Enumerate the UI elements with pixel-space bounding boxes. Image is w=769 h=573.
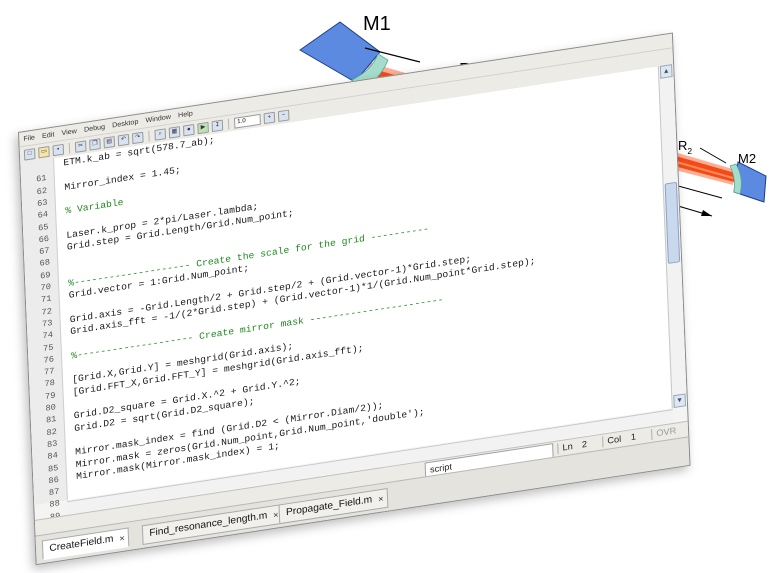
scrollbar-thumb[interactable] [664,181,681,264]
step-icon[interactable]: ↧ [211,119,224,132]
toolbar-separator [68,142,71,154]
find-icon[interactable]: ⌕ [154,127,167,141]
cell-plus-icon[interactable]: + [263,111,276,124]
print-icon[interactable]: ▦ [168,125,181,139]
menu-item-debug[interactable]: Debug [84,123,105,133]
code-editor-window: File Edit View Debug Desktop Window Help □ ▭ ▪… [18,32,691,566]
toolbar-separator [227,118,230,130]
menu-item-view[interactable]: View [61,128,77,137]
file-tab-label: Propagate_Field.m [285,494,373,519]
menu-item-edit[interactable]: Edit [42,131,55,140]
menu-item-window[interactable]: Window [145,113,171,124]
open-folder-icon[interactable]: ▭ [38,145,50,158]
new-file-icon[interactable]: □ [23,147,36,161]
close-tab-icon[interactable]: × [378,490,384,508]
status-ln-value: 2 [581,439,588,450]
undo-icon[interactable]: ↶ [117,133,130,146]
scroll-up-icon[interactable]: ▲ [659,64,673,79]
cell-minus-icon[interactable]: − [277,109,290,122]
menu-item-file[interactable]: File [23,134,35,143]
run-icon[interactable]: ▶ [197,121,209,134]
code-comment-line[interactable]: % Variable [65,197,124,217]
cell-step-field[interactable]: 1.0 [233,113,261,129]
line-number: 88 [49,498,61,511]
copy-icon[interactable]: ❐ [89,137,101,151]
status-ln-label: Ln [557,441,573,455]
file-tab-label: Find_resonance_length.m [149,510,268,539]
status-col-label: Col [602,433,622,448]
save-icon[interactable]: ▪ [52,143,65,156]
menu-item-desktop[interactable]: Desktop [112,118,138,129]
code-lines: ETM.k_ab = sqrt(578.7_ab); 61 62 Mirror_ind… [20,64,673,523]
cut-icon[interactable]: ✂ [74,139,87,153]
status-col-value: 1 [630,431,637,443]
paste-icon[interactable]: ▤ [103,135,116,149]
close-tab-icon[interactable]: × [119,529,125,547]
file-tab[interactable]: CreateField.m × [41,527,130,561]
toolbar-separator [148,130,150,142]
file-tab-label: CreateField.m [49,533,114,555]
menu-item-help[interactable]: Help [178,110,193,119]
breakpoint-icon[interactable]: ● [182,123,195,136]
redo-icon[interactable]: ↷ [131,131,144,144]
scroll-down-icon[interactable]: ▼ [673,393,687,409]
code-line[interactable]: Mirror_index = 1.45; [64,164,181,192]
